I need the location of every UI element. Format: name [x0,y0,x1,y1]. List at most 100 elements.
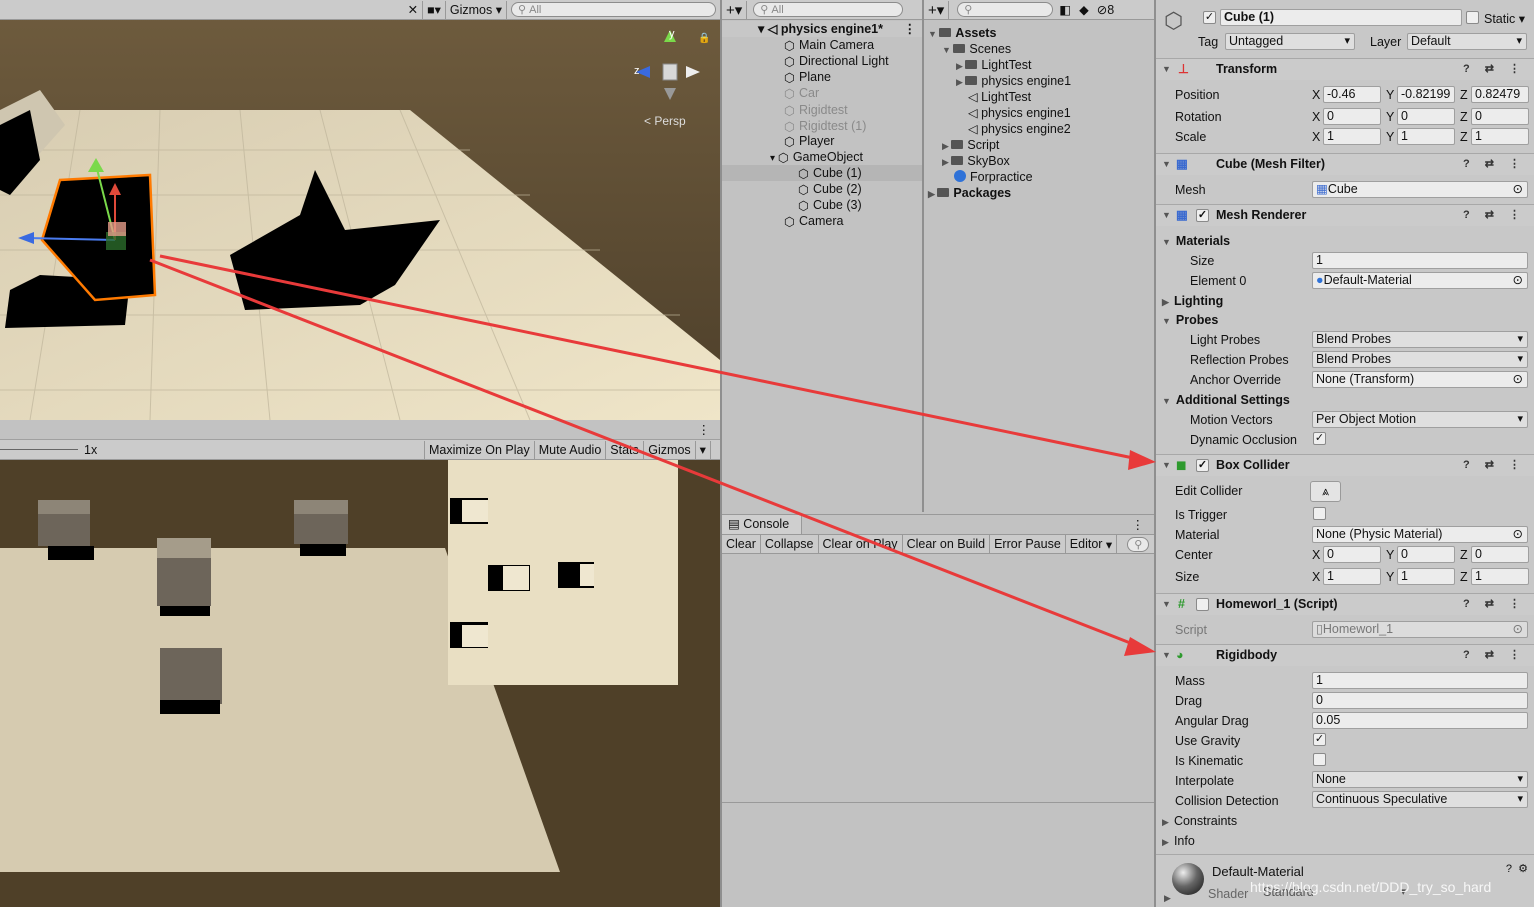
is-trigger-checkbox[interactable] [1313,507,1326,520]
object-picker-icon[interactable]: ⊙ [1513,182,1523,197]
constraints-foldout[interactable]: ▶ Constraints [1162,814,1237,828]
collapse-arrow-icon[interactable]: ▼ [1162,237,1176,247]
filter-type-icon[interactable]: ◧ [1059,2,1071,17]
center-z-field[interactable]: 0 [1471,546,1529,563]
list-item[interactable]: ◁ LightTest [924,89,1124,105]
active-checkbox[interactable]: ✓ [1203,11,1216,24]
scale-z-field[interactable]: 1 [1471,128,1529,145]
interpolate-dropdown[interactable]: None [1312,771,1528,788]
expand-arrow-icon[interactable]: ▶ [1162,297,1174,307]
mute-audio-button[interactable]: Mute Audio [535,440,607,459]
collider-size-axis-x-label[interactable]: X [1312,570,1320,584]
motion-vectors-dropdown[interactable]: Per Object Motion [1312,411,1528,428]
filter-label-icon[interactable]: ◆ [1079,2,1089,17]
drag-field[interactable]: 0 [1312,692,1528,709]
collapse-arrow-icon[interactable]: ▼ [1162,59,1171,80]
chevron-down-icon[interactable]: ▾ [696,440,711,459]
stats-button[interactable]: Stats [606,440,645,459]
light-probes-dropdown[interactable]: Blend Probes [1312,331,1528,348]
info-foldout[interactable]: ▶ Info [1162,834,1195,848]
clear-on-build-button[interactable]: Clear on Build [903,535,991,553]
collider-size-y-field[interactable]: 1 [1397,568,1455,585]
console-menu-icon[interactable]: ⋮ [1132,517,1145,532]
script-enabled-checkbox[interactable] [1196,598,1209,611]
list-item[interactable]: ▼ Scenes [924,41,1124,57]
scale-x-field[interactable]: 1 [1323,128,1381,145]
collider-size-x-field[interactable]: 1 [1323,568,1381,585]
transform-header[interactable]: ▼ ⊥ Transform ? ⇄ ⋮ [1156,58,1534,80]
position-axis-x-label[interactable]: X [1312,88,1320,102]
collapse-arrow-icon[interactable]: ▼ [1162,205,1171,226]
lighting-foldout[interactable]: ▶ Lighting [1162,294,1223,308]
console-tab[interactable]: ▤ Console [722,515,802,534]
hierarchy-scene-row[interactable]: ▾ ◁ physics engine1* ⋮ [722,21,922,37]
scene-view[interactable]: ✕ ■▾ Gizmos ▾ ⚲ All y z 🔒 < Persp [0,0,720,420]
console-log-area[interactable] [722,555,1154,803]
use-gravity-checkbox[interactable]: ✓ [1313,733,1326,746]
component-menu-icons[interactable]: ? ⇄ ⋮ [1463,645,1526,666]
box-collider-enabled-checkbox[interactable]: ✓ [1196,459,1209,472]
object-picker-icon[interactable]: ⊙ [1513,527,1523,542]
scale-axis-x-label[interactable]: X [1312,130,1320,144]
collapse-button[interactable]: Collapse [761,535,819,553]
tools-icon[interactable]: ✕ [404,0,424,19]
mesh-renderer-header[interactable]: ▼ ▦ ✓ Mesh Renderer ? ⇄ ⋮ [1156,204,1534,226]
list-item[interactable]: ▶ Packages [924,185,1124,201]
scale-axis-y-label[interactable]: Y [1386,130,1394,144]
collapse-arrow-icon[interactable]: ▼ [1162,316,1176,326]
expand-arrow-icon[interactable]: ▾ [770,153,778,164]
list-item[interactable]: ⬡ Cube (3) [722,197,922,213]
component-menu-icons[interactable]: ? ⇄ ⋮ [1463,154,1526,175]
is-kinematic-checkbox[interactable] [1313,753,1326,766]
center-axis-x-label[interactable]: X [1312,548,1320,562]
error-pause-button[interactable]: Error Pause [990,535,1066,553]
position-z-field[interactable]: 0.82479 [1471,86,1529,103]
dynamic-occlusion-checkbox[interactable]: ✓ [1313,432,1326,445]
collider-material-field[interactable]: None (Physic Material) ⊙ [1312,526,1528,543]
camera-icon[interactable]: ■▾ [423,0,446,19]
help-icon[interactable]: ? [1506,863,1512,875]
position-y-field[interactable]: -0.82199 [1397,86,1455,103]
reflection-probes-dropdown[interactable]: Blend Probes [1312,351,1528,368]
game-menu-icon[interactable]: ⋮ [698,422,711,437]
list-item[interactable]: ⬡ Main Camera [722,37,922,53]
rotation-axis-x-label[interactable]: X [1312,110,1320,124]
materials-foldout[interactable]: ▼ Materials [1162,234,1230,248]
expand-arrow-icon[interactable]: ▶ [942,157,951,167]
lock-icon[interactable]: 🔒 [698,33,710,44]
collapse-arrow-icon[interactable]: ▼ [1162,396,1176,406]
component-menu-icons[interactable]: ? ⇄ ⋮ [1463,205,1526,226]
component-menu-icons[interactable]: ? ⇄ ⋮ [1463,455,1526,476]
static-label[interactable]: Static ▾ [1484,11,1525,26]
expand-arrow-icon[interactable]: ▶ [928,189,937,199]
object-picker-icon[interactable]: ⊙ [1513,372,1523,387]
collapse-arrow-icon[interactable]: ▼ [1162,645,1171,666]
materials-size-field[interactable]: 1 [1312,252,1528,269]
expand-arrow-icon[interactable]: ▶ [1162,837,1174,847]
script-header[interactable]: ▼ # Homeworl_1 (Script) ? ⇄ ⋮ [1156,593,1534,615]
angular-drag-field[interactable]: 0.05 [1312,712,1528,729]
persp-label[interactable]: < Persp [644,114,686,128]
scale-axis-z-label[interactable]: Z [1460,130,1468,144]
list-item[interactable]: ◁ physics engine1 [924,105,1124,121]
list-item[interactable]: ⬡ Camera [722,213,922,229]
scale-slider[interactable] [0,449,78,450]
collision-detection-dropdown[interactable]: Continuous Speculative [1312,791,1528,808]
position-axis-y-label[interactable]: Y [1386,88,1394,102]
project-add-button[interactable]: +▾ [924,0,950,19]
expand-arrow-icon[interactable]: ▶ [956,77,965,87]
collapse-arrow-icon[interactable]: ▼ [1162,154,1171,175]
list-item[interactable]: ⬡ Player [722,133,922,149]
tag-dropdown[interactable]: Untagged [1225,33,1355,50]
list-item[interactable]: ⬡ Cube (2) [722,181,922,197]
rotation-y-field[interactable]: 0 [1397,108,1455,125]
collider-size-axis-z-label[interactable]: Z [1460,570,1468,584]
list-item[interactable]: ▶ SkyBox [924,153,1124,169]
hidden-packages-icon[interactable]: ⊘8 [1097,2,1114,17]
rotation-x-field[interactable]: 0 [1323,108,1381,125]
scene-menu-icon[interactable]: ⋮ [904,21,917,37]
collapse-arrow-icon[interactable]: ▼ [1162,594,1171,615]
rotation-z-field[interactable]: 0 [1471,108,1529,125]
additional-settings-foldout[interactable]: ▼ Additional Settings [1162,393,1290,407]
rotation-axis-y-label[interactable]: Y [1386,110,1394,124]
